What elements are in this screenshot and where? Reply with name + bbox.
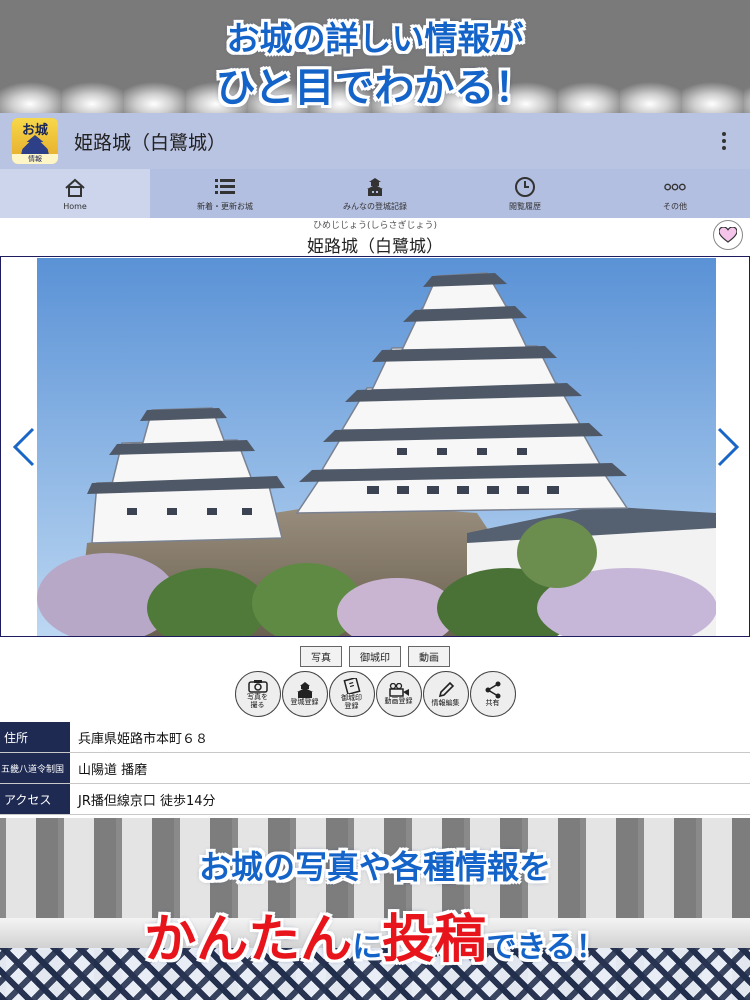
app-bar: お城 情報 姫路城（白鷺城） <box>0 113 750 169</box>
chevron-left-icon <box>12 427 35 467</box>
media-tabs: 写真 御城印 動画 <box>0 646 750 667</box>
nav-item-records[interactable]: みんなの登城記録 <box>300 169 450 218</box>
promo-emphasis-post: 投稿 <box>382 910 487 970</box>
chevron-right-icon <box>717 427 740 467</box>
nav-item-new[interactable]: 新着・更新お城 <box>150 169 300 218</box>
promo-headline-1: お城の詳しい情報が <box>226 19 524 58</box>
camera-icon <box>247 680 268 693</box>
castle-reading: ひめじじょう(しらさぎじょう) <box>312 221 438 231</box>
action-buttons: 写真を 撮る 登城登録 御城印 登録 動画登録 情報編集 共有 <box>0 671 750 717</box>
nav-label-other: その他 <box>663 201 687 211</box>
home-icon <box>64 177 86 199</box>
nav-item-other[interactable]: その他 <box>600 169 750 218</box>
castle-icon <box>296 682 313 698</box>
clock-icon <box>514 176 536 198</box>
favorite-button[interactable] <box>713 220 743 250</box>
tab-photo[interactable]: 写真 <box>300 646 342 667</box>
info-key-province: 五畿八道令制国 <box>0 753 70 783</box>
video-register-button[interactable]: 動画登録 <box>375 671 422 717</box>
visit-register-label: 登城登録 <box>290 698 319 706</box>
share-label: 共有 <box>485 699 500 707</box>
video-icon <box>388 683 409 697</box>
next-photo-button[interactable] <box>713 427 743 467</box>
info-row-access: アクセス JR播但線京口 徒歩14分 <box>0 784 750 815</box>
promo-headline-3: お城の写真や各種情報を <box>198 848 551 886</box>
promo-headline-4: かんたんに投稿できる！ <box>0 897 750 972</box>
tab-video[interactable]: 動画 <box>408 646 450 667</box>
stamp-icon <box>342 678 361 694</box>
nav-label-records: みんなの登城記録 <box>343 201 407 211</box>
goshuin-register-button[interactable]: 御城印 登録 <box>328 671 375 717</box>
photo-gallery <box>0 256 750 637</box>
castle-name: 姫路城（白鷺城） <box>307 237 443 257</box>
castle-icon <box>364 176 386 198</box>
castle-photo[interactable] <box>37 258 716 636</box>
info-key-access: アクセス <box>0 784 70 814</box>
promo-particle: に <box>352 930 383 965</box>
take-photo-button[interactable]: 写真を 撮る <box>234 671 281 717</box>
visit-register-button[interactable]: 登城登録 <box>281 671 328 717</box>
more-menu-icon[interactable] <box>722 132 728 150</box>
video-register-label: 動画登録 <box>384 697 413 705</box>
info-row-province: 五畿八道令制国 山陽道 播磨 <box>0 753 750 784</box>
promo-ending: できる！ <box>486 930 606 965</box>
nav-label-home: Home <box>63 201 87 211</box>
info-row-address: 住所 兵庫県姫路市本町６８ <box>0 722 750 753</box>
nav-label-history: 閲覧履歴 <box>509 201 541 211</box>
info-table: 住所 兵庫県姫路市本町６８ 五畿八道令制国 山陽道 播磨 アクセス JR播但線京… <box>0 722 750 815</box>
nav-item-history[interactable]: 閲覧履歴 <box>450 169 600 218</box>
app-bar-title: 姫路城（白鷺城） <box>74 131 227 154</box>
list-icon <box>214 176 236 198</box>
share-button[interactable]: 共有 <box>469 671 516 717</box>
main-nav: Home 新着・更新お城 みんなの登城記録 閲覧履歴 その他 <box>0 169 750 218</box>
promo-emphasis-easy: かんたん <box>144 910 353 970</box>
take-photo-label: 写真を 撮る <box>247 693 268 709</box>
tab-goshuin[interactable]: 御城印 <box>349 646 401 667</box>
app-logo: お城 情報 <box>12 118 58 164</box>
edit-info-label: 情報編集 <box>431 699 460 707</box>
nav-label-new: 新着・更新お城 <box>197 201 253 211</box>
castle-detail: ひめじじょう(しらさぎじょう) 姫路城（白鷺城） 写真 御城印 動画 写真を 撮… <box>0 218 750 818</box>
edit-info-button[interactable]: 情報編集 <box>422 671 469 717</box>
info-value-access: JR播但線京口 徒歩14分 <box>78 793 216 809</box>
promo-headline-2: ひと目でわかる！ <box>215 65 535 111</box>
more-icon <box>664 176 686 198</box>
castle-logo-icon <box>21 135 49 155</box>
prev-photo-button[interactable] <box>9 427 39 467</box>
app-logo-subtext: 情報 <box>12 154 58 164</box>
heart-icon <box>719 227 737 243</box>
pencil-icon <box>438 681 454 698</box>
goshuin-register-label: 御城印 登録 <box>341 694 362 710</box>
info-value-address: 兵庫県姫路市本町６８ <box>78 731 209 747</box>
nav-item-home[interactable]: Home <box>0 169 150 218</box>
info-value-province: 山陽道 播磨 <box>78 762 148 778</box>
info-key-address: 住所 <box>0 722 70 752</box>
share-icon <box>485 681 500 699</box>
